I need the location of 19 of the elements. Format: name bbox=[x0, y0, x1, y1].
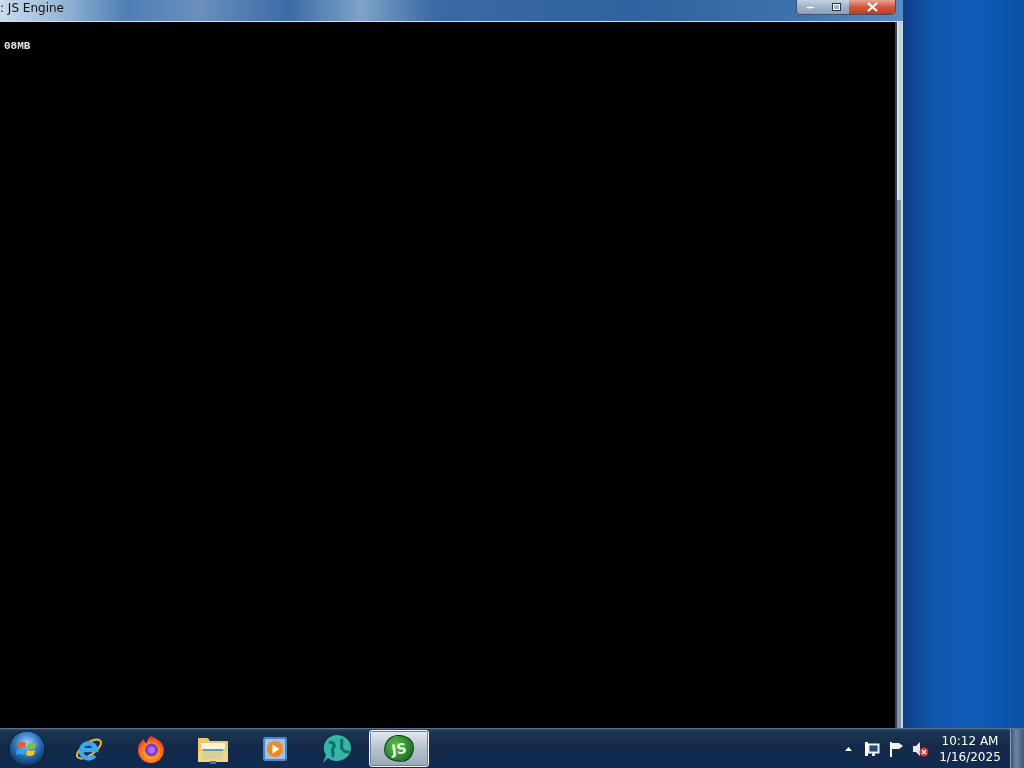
start-orb-icon bbox=[8, 729, 46, 768]
clock-date: 1/16/2025 bbox=[939, 748, 1001, 765]
console-text: 08MB bbox=[4, 40, 31, 52]
maximize-button[interactable] bbox=[823, 0, 849, 14]
network-icon bbox=[864, 740, 880, 757]
scrollbar-thumb[interactable] bbox=[897, 22, 901, 200]
show-desktop-button[interactable] bbox=[1010, 729, 1024, 768]
clock-time: 10:12 AM bbox=[941, 732, 999, 749]
flame-browser-icon bbox=[136, 733, 166, 764]
maximize-icon bbox=[831, 3, 841, 11]
caret-up-icon bbox=[844, 746, 852, 751]
flag-icon bbox=[888, 740, 904, 757]
window-title: : JS Engine bbox=[0, 0, 64, 17]
close-icon bbox=[866, 2, 878, 12]
minimize-icon bbox=[805, 5, 815, 9]
media-player-icon bbox=[262, 735, 288, 762]
taskbar-app-button[interactable]: JS bbox=[369, 730, 429, 767]
close-button[interactable] bbox=[849, 0, 895, 14]
chat-globe-icon bbox=[320, 732, 354, 765]
